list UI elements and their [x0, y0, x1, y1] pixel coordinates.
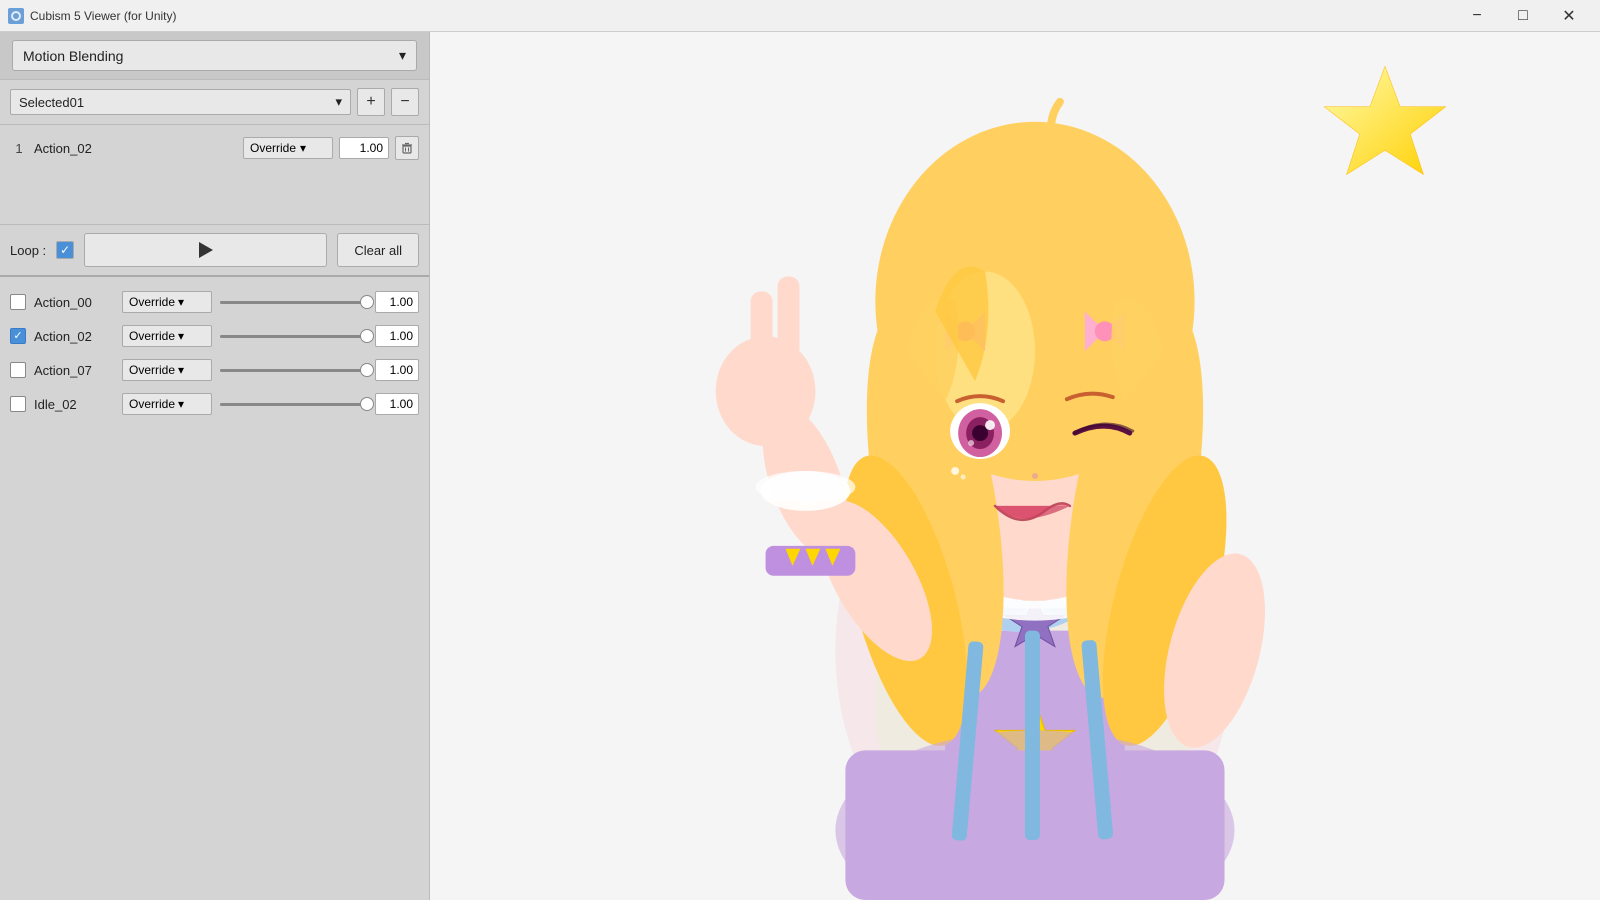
- slider-fill: [220, 335, 367, 338]
- slider-thumb[interactable]: [360, 329, 374, 343]
- add-preset-button[interactable]: +: [357, 88, 385, 116]
- motion-blending-dropdown[interactable]: Motion Blending ▾: [12, 40, 417, 71]
- action-list-item: Action_00 Override ▾ 1.00: [0, 285, 429, 319]
- slider-thumb[interactable]: [360, 363, 374, 377]
- main-content: Motion Blending ▾ Selected01 ▾ + − 1 Act…: [0, 32, 1600, 900]
- action-item-name: Action_00: [34, 295, 114, 310]
- value-display: 1.00: [375, 393, 419, 415]
- override-dropdown[interactable]: Override ▾: [122, 291, 212, 313]
- close-button[interactable]: ✕: [1546, 0, 1592, 32]
- value-display: 1.00: [375, 291, 419, 313]
- slider-fill: [220, 403, 367, 406]
- trash-icon: [401, 142, 413, 154]
- override-dropdown[interactable]: Override ▾: [122, 359, 212, 381]
- selected-action-item: 1 Action_02 Override ▾: [10, 133, 419, 163]
- action-item-name: Action_07: [34, 363, 114, 378]
- slider-fill: [220, 369, 367, 372]
- slider-thumb[interactable]: [360, 295, 374, 309]
- override-dropdown[interactable]: Override ▾: [243, 137, 333, 159]
- preset-label: Selected01: [19, 95, 84, 110]
- override-mode-label: Override: [129, 329, 175, 343]
- override-label: Override: [250, 141, 296, 155]
- checkmark-icon: ✓: [60, 243, 70, 257]
- slider-fill: [220, 301, 367, 304]
- slider-track: [220, 335, 367, 338]
- left-panel: Motion Blending ▾ Selected01 ▾ + − 1 Act…: [0, 32, 430, 900]
- minimize-button[interactable]: −: [1454, 0, 1500, 32]
- right-panel: [430, 32, 1600, 900]
- character-illustration: [430, 32, 1600, 900]
- motion-blending-chevron: ▾: [399, 47, 406, 64]
- preset-row: Selected01 ▾ + −: [0, 80, 429, 125]
- action-item-name: Idle_02: [34, 397, 114, 412]
- app-icon: [8, 8, 24, 24]
- value-display: 1.00: [375, 359, 419, 381]
- slider-thumb[interactable]: [360, 397, 374, 411]
- override-dropdown[interactable]: Override ▾: [122, 325, 212, 347]
- action-item-name: Action_02: [34, 329, 114, 344]
- play-icon: [199, 242, 213, 258]
- override-chevron-icon: ▾: [178, 295, 184, 309]
- action-list-section: Action_00 Override ▾ 1.00 ✓ Action_02 Ov…: [0, 277, 429, 900]
- title-bar: Cubism 5 Viewer (for Unity) − □ ✕: [0, 0, 1600, 32]
- title-bar-controls: − □ ✕: [1454, 0, 1592, 32]
- action-checkbox[interactable]: [10, 294, 26, 310]
- delete-action-button[interactable]: [395, 136, 419, 160]
- restore-button[interactable]: □: [1500, 0, 1546, 32]
- loop-checkbox[interactable]: ✓: [56, 241, 74, 259]
- override-chevron: ▾: [300, 141, 306, 155]
- value-input[interactable]: [339, 137, 389, 159]
- motion-blending-section: Motion Blending ▾: [0, 32, 429, 80]
- override-chevron-icon: ▾: [178, 397, 184, 411]
- override-mode-label: Override: [129, 295, 175, 309]
- remove-preset-button[interactable]: −: [391, 88, 419, 116]
- play-button[interactable]: [84, 233, 327, 267]
- preset-dropdown[interactable]: Selected01 ▾: [10, 89, 351, 115]
- action-list-item: Idle_02 Override ▾ 1.00: [0, 387, 429, 421]
- clear-all-button[interactable]: Clear all: [337, 233, 419, 267]
- value-display: 1.00: [375, 325, 419, 347]
- slider-track: [220, 369, 367, 372]
- action-checkbox[interactable]: [10, 396, 26, 412]
- override-mode-label: Override: [129, 363, 175, 377]
- slider-track: [220, 403, 367, 406]
- checkmark-icon: ✓: [13, 331, 22, 342]
- slider-track: [220, 301, 367, 304]
- action-checkbox[interactable]: ✓: [10, 328, 26, 344]
- preset-chevron: ▾: [335, 94, 342, 110]
- override-dropdown[interactable]: Override ▾: [122, 393, 212, 415]
- override-chevron-icon: ▾: [178, 363, 184, 377]
- motion-blending-label: Motion Blending: [23, 48, 123, 64]
- slider-container: [220, 326, 367, 346]
- slider-container: [220, 292, 367, 312]
- action-name: Action_02: [34, 141, 237, 156]
- action-list-item: Action_07 Override ▾ 1.00: [0, 353, 429, 387]
- loop-label: Loop :: [10, 243, 46, 258]
- action-number: 1: [10, 141, 28, 156]
- action-list-item: ✓ Action_02 Override ▾ 1.00: [0, 319, 429, 353]
- controls-row: Loop : ✓ Clear all: [0, 225, 429, 277]
- action-checkbox[interactable]: [10, 362, 26, 378]
- override-chevron-icon: ▾: [178, 329, 184, 343]
- slider-container: [220, 394, 367, 414]
- selected-action-list: 1 Action_02 Override ▾: [0, 125, 429, 225]
- title-bar-text: Cubism 5 Viewer (for Unity): [30, 9, 1454, 23]
- slider-container: [220, 360, 367, 380]
- override-mode-label: Override: [129, 397, 175, 411]
